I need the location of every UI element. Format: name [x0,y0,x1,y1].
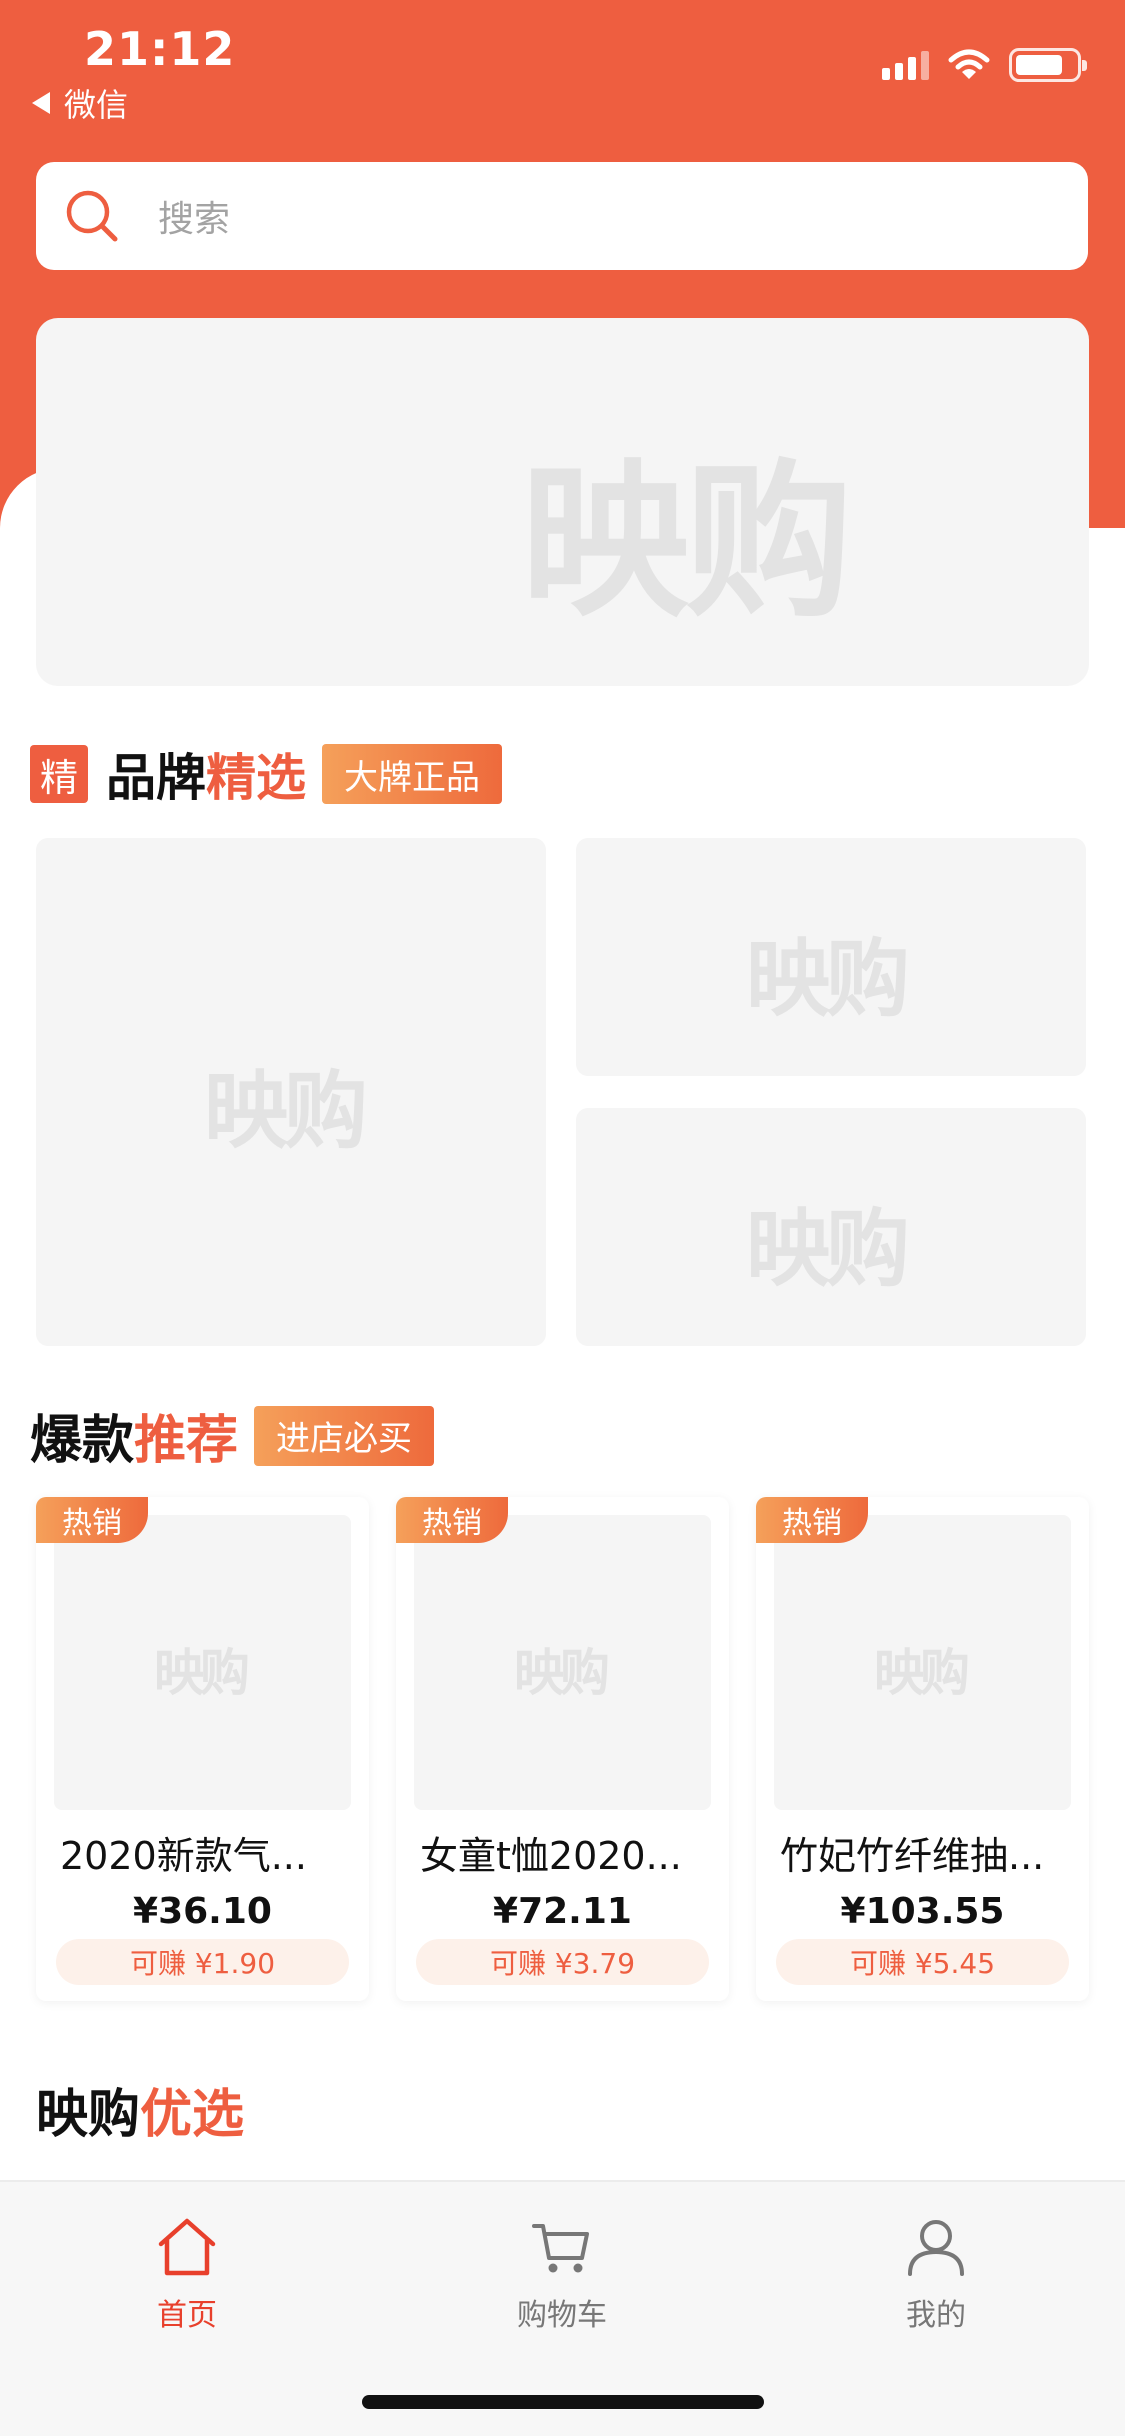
battery-icon [1009,48,1087,82]
product-card[interactable]: 热销 映购 竹妃竹纤维抽... ¥103.55 可赚 ¥5.45 [756,1497,1089,2001]
brand-tile-bottom-right[interactable]: 映购 [576,1108,1086,1346]
pick-title-orange: 优选 [140,2085,245,2145]
pick-title-black: 映购 [36,2085,141,2145]
brand-tag-badge: 精 [30,745,88,803]
hot-title-orange: 推荐 [134,1411,239,1471]
search-bar[interactable]: 搜索 [36,162,1088,270]
product-name: 竹妃竹纤维抽... [780,1834,1045,1878]
product-name: 女童t恤2020... [420,1834,682,1878]
hot-sale-badge: 热销 [756,1497,868,1543]
tile-watermark: 映购 [204,1062,368,1160]
tile-watermark: 映购 [746,1200,910,1298]
home-indicator [362,2395,764,2409]
product-card[interactable]: 热销 映购 女童t恤2020... ¥72.11 可赚 ¥3.79 [396,1497,729,2001]
brand-badge: 大牌正品 [322,744,502,804]
brand-title-black: 品牌 [106,749,206,807]
back-arrow-icon [32,92,50,114]
brand-title-orange: 精选 [206,749,306,807]
banner-carousel[interactable]: 映购 [36,318,1089,686]
signal-icon [882,50,929,80]
hot-sale-badge: 热销 [36,1497,148,1543]
product-image: 映购 [774,1515,1071,1810]
search-placeholder: 搜索 [158,199,231,240]
tab-home-label: 首页 [157,2298,217,2333]
product-image: 映购 [414,1515,711,1810]
cart-icon [532,2224,589,2273]
earn-badge: 可赚 ¥5.45 [776,1939,1069,1985]
status-time: 21:12 [84,22,236,76]
user-icon [908,2220,964,2276]
wifi-icon [948,49,990,79]
brand-tile-large[interactable]: 映购 [36,838,546,1346]
hot-section-title: 爆款 推荐 进店必买 [30,1398,435,1473]
hot-badge: 进店必买 [254,1405,435,1466]
home-icon [158,2218,216,2276]
tile-watermark: 映购 [746,930,910,1028]
product-price: ¥103.55 [840,1891,1005,1932]
product-price: ¥72.11 [493,1891,632,1932]
product-watermark: 映购 [154,1644,250,1702]
product-image: 映购 [54,1515,351,1810]
brand-tile-top-right[interactable]: 映购 [576,838,1086,1076]
tab-mine-label: 我的 [906,2298,966,2333]
product-price: ¥36.10 [133,1891,272,1932]
status-icons [882,48,1087,82]
product-watermark: 映购 [874,1644,970,1702]
tab-cart-label: 购物车 [517,2298,607,2333]
banner-watermark: 映购 [521,444,853,640]
tab-home[interactable]: 首页 [97,2216,277,2334]
hot-title-black: 爆款 [30,1411,135,1471]
tab-cart[interactable]: 购物车 [472,2216,652,2334]
product-card[interactable]: 热销 映购 2020新款气... ¥36.10 可赚 ¥1.90 [36,1497,369,2001]
earn-badge: 可赚 ¥1.90 [56,1939,349,1985]
search-icon [66,190,118,242]
product-name: 2020新款气... [60,1834,307,1878]
earn-badge: 可赚 ¥3.79 [416,1939,709,1985]
brand-section-title: 精 品牌 精选 大牌正品 [30,738,502,810]
back-label: 微信 [64,86,129,124]
back-to-wechat[interactable]: 微信 [32,80,128,126]
hot-sale-badge: 热销 [396,1497,508,1543]
tab-mine[interactable]: 我的 [846,2216,1026,2334]
product-watermark: 映购 [514,1644,610,1702]
pick-section-title: 映购 优选 [36,2072,244,2147]
